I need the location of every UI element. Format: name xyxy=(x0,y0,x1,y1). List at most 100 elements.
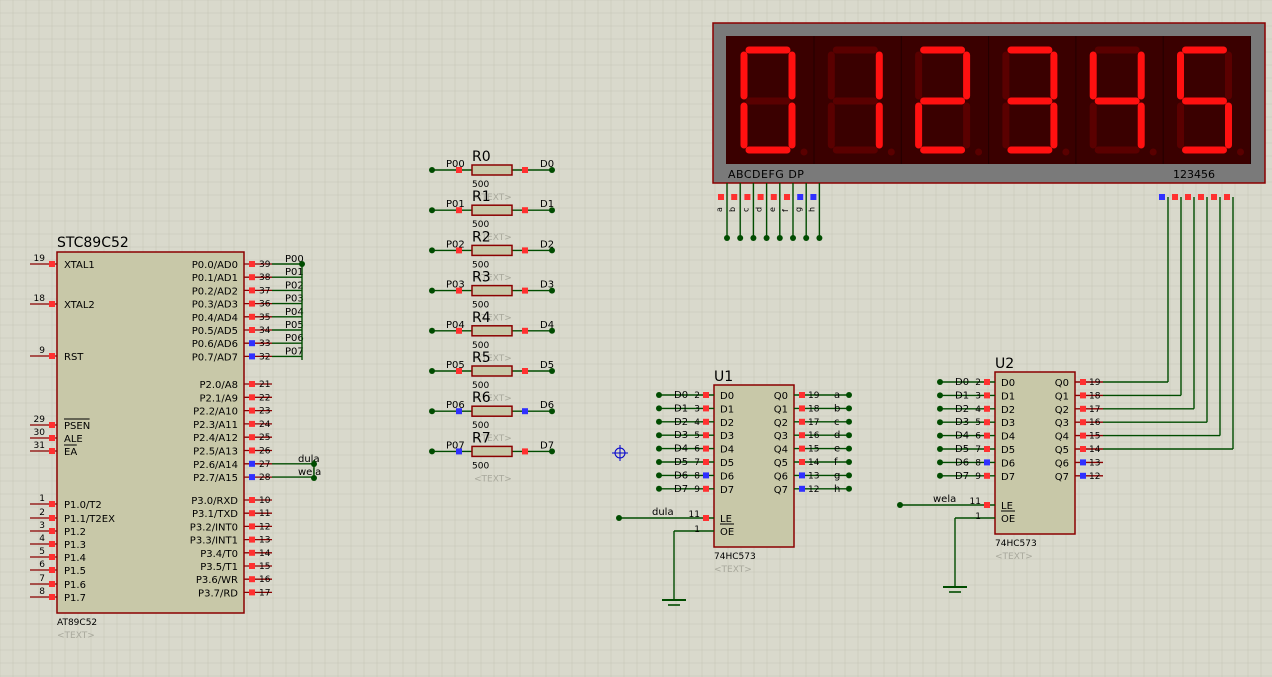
latch-pin-label: D2 xyxy=(720,418,734,429)
mcu-pin-label: P1.3 xyxy=(64,540,86,551)
net-label: P03 xyxy=(285,294,304,305)
junction-dot xyxy=(846,405,852,412)
latch-le-net: wela xyxy=(933,494,956,505)
mcu-pin-label: XTAL2 xyxy=(64,300,95,311)
junction-dot xyxy=(656,472,662,479)
pin-marker xyxy=(799,485,805,492)
pin-marker xyxy=(249,274,255,281)
resistor-body xyxy=(471,445,513,458)
latch-d-net: D7 xyxy=(674,484,688,495)
latch-pin-label: Q3 xyxy=(774,431,788,442)
mcu-pin-label: EA xyxy=(64,447,77,458)
display-dp xyxy=(800,148,808,156)
resistor-name: R1 xyxy=(472,189,491,205)
pin-marker xyxy=(799,445,805,452)
junction-dot xyxy=(846,459,852,465)
mcu-pin-number: 24 xyxy=(259,420,271,430)
mcu-pin-number: 6 xyxy=(39,560,45,570)
display-dp xyxy=(1062,148,1070,156)
mcu-pin-number: 31 xyxy=(34,441,45,451)
mcu-pin-label: P2.5/A13 xyxy=(193,447,238,458)
junction-dot xyxy=(846,485,852,492)
pin-marker xyxy=(703,472,709,479)
pin-marker xyxy=(744,194,751,200)
mcu-pin-label: P2.0/A8 xyxy=(199,380,238,391)
latch-pin-number: 13 xyxy=(1089,458,1100,468)
pin-marker xyxy=(522,247,528,254)
mcu-pin-number: 5 xyxy=(39,547,45,557)
pin-marker xyxy=(799,405,805,412)
resistor-net-in: P02 xyxy=(446,239,465,250)
junction-dot xyxy=(656,392,662,398)
latch-pin-label: OE xyxy=(720,527,734,538)
mcu-pin-number: 22 xyxy=(259,393,270,403)
mcu-pin-number: 14 xyxy=(259,549,271,559)
segment-pin-label: g xyxy=(794,207,803,212)
resistor-body xyxy=(471,284,513,297)
mcu-pin-label: P3.5/T1 xyxy=(200,562,238,573)
resistor-net-in: P07 xyxy=(446,440,465,451)
junction-dot xyxy=(656,459,662,465)
latch-pin-number: 13 xyxy=(808,471,819,481)
mcu-pin-label: ALE xyxy=(64,434,83,445)
junction-dot xyxy=(429,368,435,374)
mcu-pin-number: 1 xyxy=(39,494,45,504)
latch-pin-number: 2 xyxy=(694,391,700,401)
display-dp xyxy=(1237,148,1244,156)
pin-marker xyxy=(49,554,55,560)
resistor-body xyxy=(471,164,513,176)
junction-dot xyxy=(846,432,852,439)
mcu-pin-label: P1.2 xyxy=(64,527,86,538)
pin-marker xyxy=(249,340,255,347)
junction-dot xyxy=(656,485,662,492)
junction-dot xyxy=(790,235,796,241)
resistor-name: R3 xyxy=(472,270,491,286)
mcu-pin-label: P0.1/AD1 xyxy=(192,273,238,284)
latch-pin-number: 7 xyxy=(975,445,981,455)
pin-marker xyxy=(757,194,764,200)
segment-pin-label: c xyxy=(741,208,750,212)
junction-dot xyxy=(429,207,435,214)
display-segment-label: ABCDEFG DP xyxy=(728,168,804,181)
resistor-net-in: P00 xyxy=(446,159,465,170)
latch-pin-number: 17 xyxy=(1089,405,1100,415)
mcu-pin-label: P2.6/A14 xyxy=(193,460,238,471)
pin-marker xyxy=(49,353,55,359)
segment-pin-label: f xyxy=(781,209,790,212)
latch-pin-number: 1 xyxy=(975,512,981,522)
latch-pin-number: 17 xyxy=(808,418,819,428)
mcu-pin-number: 37 xyxy=(259,286,270,296)
pin-marker xyxy=(249,563,255,569)
latch-pin-number: 5 xyxy=(694,431,700,441)
pin-marker xyxy=(249,313,255,320)
junction-dot xyxy=(937,432,943,439)
pin-marker xyxy=(249,261,255,267)
pin-marker xyxy=(49,301,55,307)
latch-pin-number: 12 xyxy=(1089,472,1100,482)
mcu-pin-label: P2.2/A10 xyxy=(193,407,238,418)
latch-pin-number: 11 xyxy=(689,510,700,520)
pin-marker xyxy=(49,567,55,573)
mcu-pin-number: 11 xyxy=(259,509,270,519)
junction-dot xyxy=(937,379,943,385)
latch-pin-label: D5 xyxy=(720,458,734,469)
net-label: P04 xyxy=(285,307,304,318)
latch-q-net: c xyxy=(834,417,840,428)
net-label: P01 xyxy=(285,267,304,278)
latch-d-net: D4 xyxy=(674,444,688,455)
mcu-pin-number: 25 xyxy=(259,433,270,443)
pin-marker xyxy=(249,353,255,360)
junction-dot xyxy=(656,445,662,452)
latch-pin-number: 7 xyxy=(694,458,700,468)
resistor-net-out: D3 xyxy=(540,280,554,291)
latch-q-net: b xyxy=(834,403,840,414)
pin-marker xyxy=(799,418,805,425)
resistor-name: R0 xyxy=(472,149,491,165)
junction-dot xyxy=(429,247,435,254)
resistor-name: R2 xyxy=(472,229,491,245)
latch-pin-number: 5 xyxy=(975,418,981,428)
pin-marker xyxy=(249,536,255,543)
pin-marker xyxy=(984,459,990,466)
latch-pin-label: Q5 xyxy=(774,458,788,469)
latch-d-net: D2 xyxy=(674,417,688,428)
